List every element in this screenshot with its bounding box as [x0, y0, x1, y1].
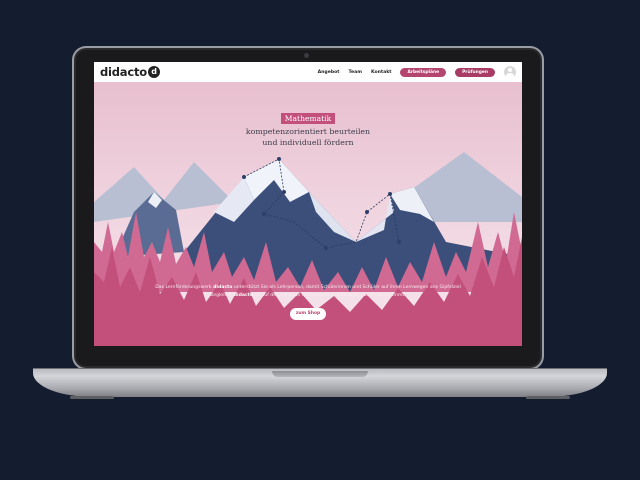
- didacto-logo[interactable]: didacto d: [100, 65, 160, 79]
- top-navigation: didacto d Angebot Team Kontakt Arbeitspl…: [94, 62, 522, 82]
- intro-part-1: Das Lernförderungswerk: [155, 285, 212, 290]
- laptop-foot-left: [70, 396, 114, 399]
- pruefungen-button[interactable]: Prüfungen: [455, 67, 495, 77]
- logo-text: didacto: [100, 65, 147, 79]
- laptop-foot-right: [526, 396, 570, 399]
- camera-icon: [304, 53, 309, 58]
- laptop-notch: [272, 371, 368, 377]
- intro-text: Das Lernförderungswerk didacto unterstüt…: [155, 285, 461, 298]
- headline-line-1: kompetenzorientiert beurteilen: [245, 127, 371, 136]
- hero-headline: Mathematik kompetenzorientiert beurteile…: [94, 106, 522, 148]
- logo-mark-icon: d: [147, 66, 160, 78]
- nav-link-team[interactable]: Team: [348, 70, 362, 75]
- intro-brand-1: didacto: [213, 285, 233, 290]
- intro-part-4: ist auf den Lehrplan Mathematik des Kant…: [254, 293, 406, 298]
- laptop-screen: Mathematik kompetenzorientiert beurteile…: [94, 62, 522, 346]
- subject-tag: Mathematik: [280, 113, 336, 124]
- intro-brand-2: didacto: [233, 293, 254, 298]
- intro-part-3: begleitet: [210, 293, 231, 298]
- nav-link-kontakt[interactable]: Kontakt: [371, 70, 391, 75]
- nav-links: Angebot Team Kontakt Arbeitspläne Prüfun…: [309, 62, 516, 82]
- nav-link-angebot[interactable]: Angebot: [318, 70, 340, 75]
- headline-line-2: und individuell fördern: [262, 138, 354, 147]
- user-icon[interactable]: [504, 66, 516, 78]
- shop-button[interactable]: zum Shop: [290, 308, 326, 320]
- intro-part-2: unterstützt Sie als Lehrperson, damit Sc…: [233, 285, 461, 290]
- arbeitsplaene-button[interactable]: Arbeitspläne: [400, 67, 447, 77]
